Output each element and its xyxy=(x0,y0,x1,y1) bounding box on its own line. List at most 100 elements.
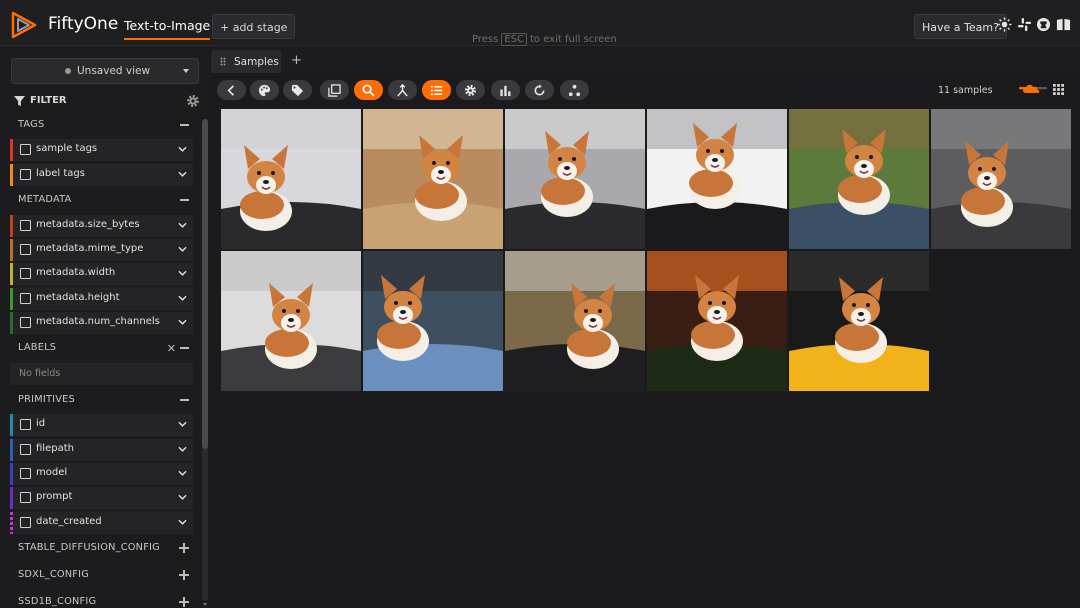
fiftyone-logo-icon[interactable] xyxy=(10,11,38,39)
chevron-down-icon[interactable] xyxy=(178,319,187,325)
field-checkbox[interactable] xyxy=(20,492,31,503)
section-sdxl-config[interactable]: SDXL_CONFIG xyxy=(10,564,193,586)
field-label-tags[interactable]: label tags xyxy=(10,164,193,186)
docs-icon[interactable] xyxy=(1056,17,1071,32)
collapse-icon[interactable] xyxy=(180,199,189,201)
have-a-team-button[interactable]: Have a Team? xyxy=(914,14,1007,39)
sample-thumbnail[interactable] xyxy=(647,251,787,391)
chevron-down-icon[interactable] xyxy=(178,470,187,476)
field-metadata-num-channels[interactable]: metadata.num_channels xyxy=(10,312,193,334)
view-select[interactable]: Unsaved view xyxy=(11,58,199,84)
section-metadata[interactable]: METADATA xyxy=(10,189,193,211)
expand-icon[interactable] xyxy=(179,543,189,553)
panel-tabbar: Samples + xyxy=(211,47,1080,73)
field-checkbox[interactable] xyxy=(20,220,31,231)
chart-button[interactable] xyxy=(491,80,520,100)
sample-thumbnail[interactable] xyxy=(363,109,503,249)
field-metadata-width[interactable]: metadata.width xyxy=(10,263,193,285)
collapse-icon[interactable] xyxy=(180,124,189,126)
settings-button[interactable] xyxy=(456,80,485,100)
section-label: STABLE_DIFFUSION_CONFIG xyxy=(18,542,160,553)
sample-thumbnail[interactable] xyxy=(221,109,361,249)
field-checkbox[interactable] xyxy=(20,517,31,528)
sidebar-scrollbar-thumb[interactable] xyxy=(202,119,208,449)
search-icon xyxy=(362,84,375,97)
grid-zoom-slider[interactable] xyxy=(1019,81,1047,95)
search-button[interactable] xyxy=(354,80,383,100)
chevron-down-icon[interactable] xyxy=(178,421,187,427)
chevron-down-icon[interactable] xyxy=(178,295,187,301)
field-checkbox[interactable] xyxy=(20,444,31,455)
sample-thumbnail[interactable] xyxy=(505,251,645,391)
field-filepath[interactable]: filepath xyxy=(10,439,193,461)
close-icon[interactable]: ✕ xyxy=(167,342,176,355)
field-prompt[interactable]: prompt xyxy=(10,487,193,509)
section-labels[interactable]: LABELS ✕ xyxy=(10,337,193,359)
add-stage-button[interactable]: + add stage xyxy=(212,14,296,39)
chevron-down-icon[interactable] xyxy=(178,222,187,228)
field-metadata-mime-type[interactable]: metadata.mime_type xyxy=(10,239,193,261)
section-ssd1b-config[interactable]: SSD1B_CONFIG xyxy=(10,591,193,608)
operators-button[interactable] xyxy=(560,80,589,100)
collapse-icon[interactable] xyxy=(180,347,189,349)
chevron-down-icon[interactable] xyxy=(178,171,187,177)
sample-thumbnail[interactable] xyxy=(931,109,1071,249)
sample-thumbnail[interactable] xyxy=(505,109,645,249)
sample-thumbnail[interactable] xyxy=(221,251,361,391)
patches-button[interactable] xyxy=(388,80,417,100)
field-label: label tags xyxy=(36,168,85,179)
slack-icon[interactable] xyxy=(1017,17,1032,32)
filter-label: FILTER xyxy=(30,95,67,106)
field-metadata-size-bytes[interactable]: metadata.size_bytes xyxy=(10,215,193,237)
fiftyone-app: FiftyOne Text-to-Image + add stage Press… xyxy=(0,0,1080,608)
tab-samples-label: Samples xyxy=(234,56,279,68)
field-checkbox[interactable] xyxy=(20,317,31,328)
field-checkbox[interactable] xyxy=(20,144,31,155)
expand-icon[interactable] xyxy=(179,597,189,607)
chevron-down-icon[interactable] xyxy=(178,270,187,276)
back-button[interactable] xyxy=(217,80,246,100)
section-stable-diffusion-config[interactable]: STABLE_DIFFUSION_CONFIG xyxy=(10,537,193,559)
field-checkbox[interactable] xyxy=(20,468,31,479)
chevron-down-icon[interactable] xyxy=(178,519,187,525)
scroll-down-arrow-icon[interactable] xyxy=(203,603,207,606)
field-color-bar xyxy=(10,288,13,310)
chevron-down-icon[interactable] xyxy=(178,146,187,152)
sun-icon[interactable] xyxy=(997,17,1012,32)
field-model[interactable]: model xyxy=(10,463,193,485)
collapse-icon[interactable] xyxy=(180,399,189,401)
field-checkbox[interactable] xyxy=(20,419,31,430)
section-primitives[interactable]: PRIMITIVES xyxy=(10,389,193,411)
field-id[interactable]: id xyxy=(10,414,193,436)
brand-name[interactable]: FiftyOne xyxy=(48,14,118,34)
drag-handle-icon[interactable] xyxy=(220,57,226,66)
field-checkbox[interactable] xyxy=(20,169,31,180)
section-tags[interactable]: TAGS xyxy=(10,114,193,136)
refresh-button[interactable] xyxy=(525,80,554,100)
grid-layout-icon[interactable] xyxy=(1053,84,1064,95)
expand-icon[interactable] xyxy=(179,570,189,580)
add-panel-icon[interactable]: + xyxy=(291,53,302,68)
field-checkbox[interactable] xyxy=(20,268,31,279)
field-color-bar xyxy=(10,164,13,186)
field-metadata-height[interactable]: metadata.height xyxy=(10,288,193,310)
tab-samples[interactable]: Samples xyxy=(211,50,281,73)
chevron-down-icon[interactable] xyxy=(178,494,187,500)
clip-view-button[interactable] xyxy=(320,80,349,100)
sample-thumbnail[interactable] xyxy=(647,109,787,249)
sample-thumbnail[interactable] xyxy=(363,251,503,391)
sample-thumbnail[interactable] xyxy=(789,109,929,249)
chevron-down-icon[interactable] xyxy=(178,446,187,452)
field-checkbox[interactable] xyxy=(20,244,31,255)
sort-button[interactable] xyxy=(422,80,451,100)
field-sample-tags[interactable]: sample tags xyxy=(10,139,193,161)
color-scheme-button[interactable] xyxy=(250,80,279,100)
sample-thumbnail[interactable] xyxy=(789,251,929,391)
chevron-down-icon[interactable] xyxy=(178,246,187,252)
field-date-created[interactable]: date_created xyxy=(10,512,193,534)
tag-button[interactable] xyxy=(283,80,312,100)
field-checkbox[interactable] xyxy=(20,293,31,304)
github-icon[interactable] xyxy=(1036,17,1051,32)
dataset-name[interactable]: Text-to-Image xyxy=(124,18,211,40)
gear-icon[interactable] xyxy=(186,94,200,108)
